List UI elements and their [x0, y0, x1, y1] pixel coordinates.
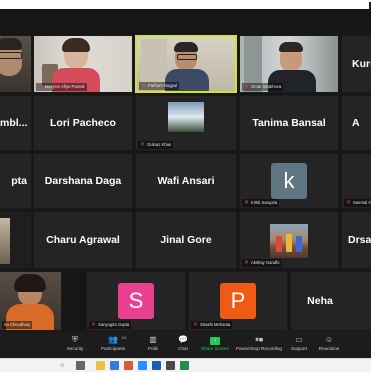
- participant-name: Omar Sirakhova: [251, 84, 282, 89]
- participant-tile-11[interactable]: pta: [0, 153, 32, 209]
- video-grid: ✕ Meryem Afiye Pamuk ✕ Parham Nagpal ✕ O…: [0, 9, 371, 331]
- participant-display-name: Darshana Daga: [44, 175, 122, 187]
- participant-display-name: Jinal Gore: [160, 234, 212, 246]
- participant-name-tag: ✕ Meryem Afiye Pamuk: [36, 83, 87, 91]
- participant-name: Parham Nagpal: [148, 83, 178, 88]
- muted-mic-icon: ✕: [141, 83, 147, 89]
- zoom-icon[interactable]: [138, 361, 147, 370]
- word-icon[interactable]: [152, 361, 161, 370]
- participant-tile-24[interactable]: Neha: [290, 271, 371, 331]
- participant-tile-15[interactable]: ✕ Seemal Gu: [341, 153, 371, 209]
- participant-tile-18[interactable]: Jinal Gore: [135, 211, 237, 269]
- meeting-toolbar: ⛨ Security 👥 24 Participants ▥ Polls 💬 C…: [0, 331, 371, 358]
- participant-tile-14[interactable]: k ✕ Kirtiti Sarupria: [239, 153, 339, 209]
- record-icon: ⏸⏹: [255, 335, 263, 344]
- muted-mic-icon: ✕: [193, 322, 199, 328]
- participant-name-tag: ✕ Seemal Gu: [344, 199, 371, 207]
- participant-display-name: Neha: [307, 295, 333, 307]
- smiley-icon: ☺: [324, 335, 334, 344]
- muted-mic-icon: ✕: [244, 200, 250, 206]
- participant-tile-1[interactable]: [0, 35, 32, 93]
- participant-name-tag: ✕ Kirtiti Sarupria: [242, 199, 280, 207]
- participant-tile-22[interactable]: S ✕ Sanyogita Gupta: [86, 271, 186, 331]
- participant-name: Gulnaz Khan: [147, 142, 172, 147]
- app-icon[interactable]: [124, 361, 133, 370]
- participant-tile-4[interactable]: ✕ Omar Sirakhova: [239, 35, 339, 93]
- security-button[interactable]: ⛨ Security: [54, 334, 96, 356]
- participant-name-tag: ✕ Akshay Gandhi: [242, 259, 282, 267]
- participant-tile-10[interactable]: A: [341, 95, 371, 151]
- participant-display-name: Kuru: [352, 58, 371, 70]
- participant-display-name: Tanima Bansal: [252, 117, 326, 129]
- participant-name: Seemal Gu: [353, 200, 371, 205]
- participant-tile-20[interactable]: Drsan: [341, 211, 371, 269]
- participant-video: [168, 102, 204, 132]
- participant-display-name: Drsan: [348, 234, 371, 246]
- os-taskbar: ○: [0, 358, 371, 372]
- participant-name-tag: ✕ Gulnaz Khan: [138, 141, 174, 149]
- participant-name-tag: ✕ Omar Sirakhova: [242, 83, 284, 91]
- participant-display-name: Lori Pacheco: [50, 117, 116, 129]
- muted-mic-icon: ✕: [346, 200, 352, 206]
- participant-display-name: A: [352, 117, 360, 129]
- participant-display-name: Charu Agrawal: [46, 234, 120, 246]
- participant-video: [0, 36, 31, 92]
- participant-name-tag: ✕ Parham Nagpal: [139, 82, 180, 90]
- participant-name: Sanyogita Gupta: [98, 322, 130, 327]
- participant-tile-17[interactable]: Charu Agrawal: [33, 211, 133, 269]
- participant-tile-21[interactable]: na Choudhary: [0, 271, 62, 331]
- participant-tile-9[interactable]: Tanima Bansal: [239, 95, 339, 151]
- participant-name-tag: na Choudhary: [2, 321, 33, 329]
- people-icon: 👥: [108, 335, 118, 344]
- participants-count: 24: [121, 335, 126, 340]
- participant-tile-13[interactable]: Wafi Ansari: [135, 153, 237, 209]
- participant-video: [270, 224, 308, 258]
- participant-tile-8[interactable]: ✕ Gulnaz Khan: [135, 95, 237, 151]
- muted-mic-icon: ✕: [91, 322, 97, 328]
- muted-mic-icon: ✕: [244, 260, 250, 266]
- participants-button[interactable]: 👥 24 Participants: [92, 334, 134, 356]
- participant-tile-16[interactable]: [0, 211, 32, 269]
- participant-tile-23[interactable]: P ✕ Shashi Mehanta: [188, 271, 288, 331]
- task-view-icon[interactable]: [76, 361, 85, 370]
- app-icon[interactable]: [166, 361, 175, 370]
- participant-name: na Choudhary: [4, 322, 31, 327]
- participant-tile-5[interactable]: Kuru: [341, 35, 371, 93]
- participant-name: Shashi Mehanta: [200, 322, 231, 327]
- window-top-bar: [0, 0, 371, 10]
- participant-tile-12[interactable]: Darshana Daga: [33, 153, 133, 209]
- participant-name-tag: ✕ Sanyogita Gupta: [89, 321, 132, 329]
- participant-tile-7[interactable]: Lori Pacheco: [33, 95, 133, 151]
- pause-stop-recording-button[interactable]: ⏸⏹ Pause/Stop Recording: [236, 334, 282, 356]
- participant-tile-6[interactable]: mbl...: [0, 95, 32, 151]
- participant-display-name: Wafi Ansari: [157, 175, 215, 187]
- participant-display-name: mbl...: [0, 117, 28, 129]
- muted-mic-icon: ✕: [244, 84, 250, 90]
- file-explorer-icon[interactable]: [96, 361, 105, 370]
- participant-tile-active-speaker[interactable]: ✕ Parham Nagpal: [135, 35, 237, 93]
- participant-avatar: S: [118, 283, 154, 319]
- participant-name-tag: ✕ Shashi Mehanta: [191, 321, 233, 329]
- muted-mic-icon: ✕: [140, 142, 146, 148]
- app-icon[interactable]: [110, 361, 119, 370]
- participant-video: [0, 212, 31, 268]
- shield-icon: ⛨: [72, 335, 78, 344]
- participant-avatar: P: [220, 283, 256, 319]
- participant-avatar: k: [271, 163, 307, 199]
- reactions-button[interactable]: ☺ Reactions: [308, 334, 350, 356]
- participant-display-name: pta: [11, 175, 27, 187]
- search-icon[interactable]: ○: [60, 362, 64, 369]
- share-screen-button[interactable]: ↑ Share Screen: [194, 334, 236, 356]
- participant-name: Meryem Afiye Pamuk: [45, 84, 85, 89]
- app-icon[interactable]: [180, 361, 189, 370]
- participant-tile-19[interactable]: ✕ Akshay Gandhi: [239, 211, 339, 269]
- participant-name: Kirtiti Sarupria: [251, 200, 278, 205]
- share-screen-icon: ↑: [194, 334, 236, 345]
- participant-name: Akshay Gandhi: [251, 260, 280, 265]
- muted-mic-icon: ✕: [38, 84, 44, 90]
- participant-tile-2[interactable]: ✕ Meryem Afiye Pamuk: [33, 35, 133, 93]
